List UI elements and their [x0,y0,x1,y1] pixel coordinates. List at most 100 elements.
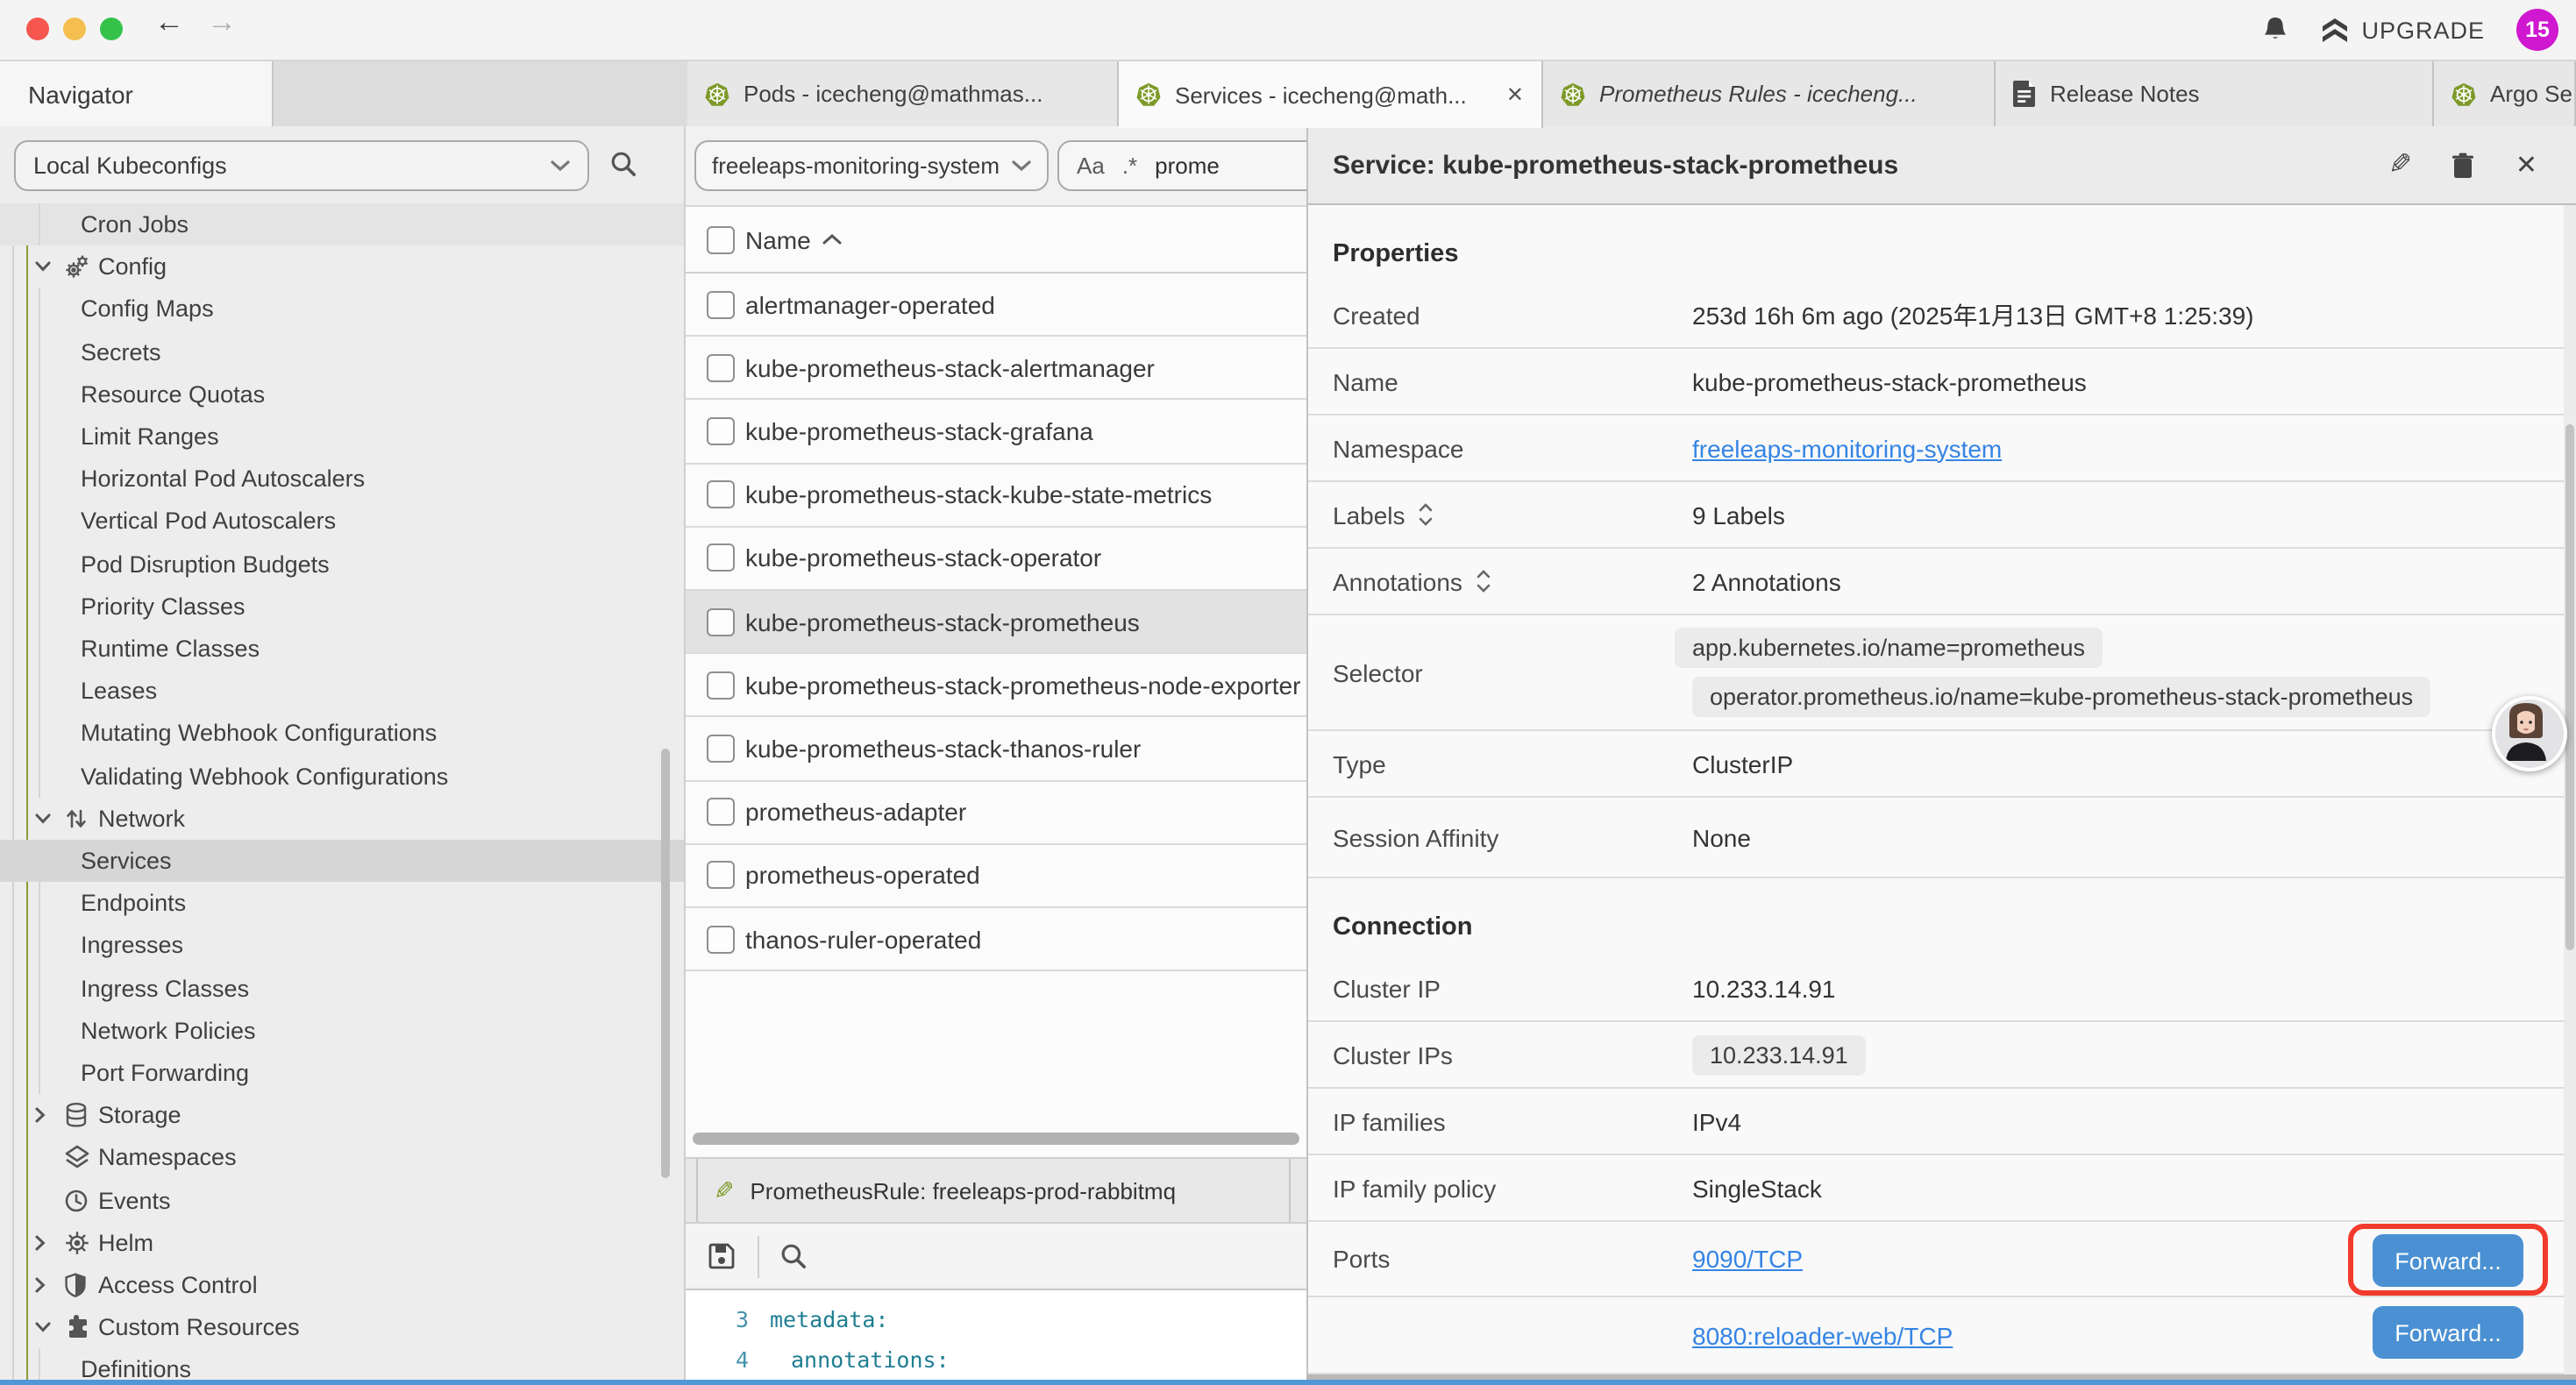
back-button[interactable]: ← [154,5,184,40]
chevron-down-icon[interactable] [35,262,51,273]
sidebar-item-runtime-classes[interactable]: Runtime Classes [0,628,684,670]
table-row[interactable]: kube-prometheus-stack-prometheus [686,591,1306,654]
row-checkbox[interactable] [707,290,735,318]
close-tab-icon[interactable]: ✕ [1496,82,1524,107]
chevron-right-icon[interactable] [35,1277,46,1293]
sidebar-item-leases[interactable]: Leases [0,670,684,712]
row-checkbox[interactable] [707,417,735,445]
sidebar-item-events[interactable]: Events [0,1179,684,1221]
close-icon[interactable]: ✕ [2516,149,2537,181]
tab-services-icecheng-math-[interactable]: Services - icecheng@math...✕ [1119,61,1543,128]
chevron-right-icon[interactable] [35,1108,46,1124]
close-window-button[interactable] [26,18,49,40]
row-checkbox[interactable] [707,607,735,636]
sidebar-item-limit-ranges[interactable]: Limit Ranges [0,416,684,458]
sidebar-item-network-policies[interactable]: Network Policies [0,1010,684,1052]
tab-release-notes[interactable]: Release Notes [1996,61,2434,126]
row-checkbox[interactable] [707,798,735,826]
yaml-editor[interactable]: 116","for":"1m","labels":{"service":"12M… [686,1290,1306,1380]
row-checkbox[interactable] [707,925,735,953]
chevron-right-icon[interactable] [35,1235,46,1251]
events-icon [65,1189,88,1211]
detail-scrollbar[interactable] [2565,424,2574,950]
editor-search-icon[interactable] [780,1243,807,1269]
sidebar-item-validating-webhook-configurations[interactable]: Validating Webhook Configurations [0,755,684,797]
regex-icon[interactable]: .* [1122,153,1137,179]
table-row[interactable]: prometheus-adapter [686,781,1306,844]
sidebar-item-mutating-webhook-configurations[interactable]: Mutating Webhook Configurations [0,713,684,755]
tab-prometheus-rules-icecheng-[interactable]: Prometheus Rules - icecheng... [1543,61,1996,126]
save-icon[interactable] [708,1243,735,1269]
table-row[interactable]: thanos-ruler-operated [686,908,1306,971]
forward-button[interactable]: Forward... [2373,1234,2523,1287]
row-checkbox[interactable] [707,862,735,890]
sidebar-item-secrets[interactable]: Secrets [0,330,684,373]
sidebar-item-endpoints[interactable]: Endpoints [0,882,684,924]
forward-button[interactable]: → [207,5,237,40]
row-checkbox[interactable] [707,671,735,700]
sidebar-scrollbar[interactable] [661,749,670,1178]
delete-trash-icon[interactable] [2452,152,2475,178]
list-search-input[interactable]: Aa .* prome [1057,140,1306,191]
table-row[interactable]: kube-prometheus-stack-kube-state-metrics [686,464,1306,527]
namespace-select[interactable]: freeleaps-monitoring-system [694,140,1049,191]
table-row[interactable]: alertmanager-operated [686,273,1306,337]
sort-icon[interactable] [1477,570,1491,593]
sidebar-item-ingress-classes[interactable]: Ingress Classes [0,967,684,1009]
tab-argo-se[interactable]: Argo Se [2434,61,2576,126]
sidebar-item-network[interactable]: Network [0,798,684,840]
chevron-down-icon[interactable] [35,813,51,824]
notifications-bell-icon[interactable] [2261,16,2288,44]
sort-icon[interactable] [1420,503,1434,526]
horizontal-scrollbar[interactable] [693,1133,1299,1145]
editor-tab-prometheusrule[interactable]: ✎ PrometheusRule: freeleaps-prod-rabbitm… [696,1159,1291,1222]
sidebar-search-icon[interactable] [610,151,637,177]
sidebar-item-helm[interactable]: Helm [0,1222,684,1264]
sidebar-item-vertical-pod-autoscalers[interactable]: Vertical Pod Autoscalers [0,501,684,543]
table-row[interactable]: kube-prometheus-stack-operator [686,528,1306,591]
row-checkbox[interactable] [707,480,735,508]
namespace-link[interactable]: freeleaps-monitoring-system [1692,434,2002,462]
chevron-down-icon[interactable] [35,1323,51,1333]
sidebar-item-cron-jobs[interactable]: Cron Jobs [0,203,684,245]
tab-pods-icecheng-mathmas-[interactable]: Pods - icecheng@mathmas... [687,61,1119,126]
notification-count-badge[interactable]: 15 [2516,9,2558,51]
editor-tab-next-partial[interactable]: ✎ [1294,1159,1306,1222]
edit-pencil-icon[interactable]: ✎ [2388,147,2412,182]
sidebar-item-config-maps[interactable]: Config Maps [0,288,684,330]
user-avatar[interactable] [2492,696,2567,771]
sidebar-item-ingresses[interactable]: Ingresses [0,925,684,967]
table-row[interactable]: kube-prometheus-stack-thanos-ruler [686,718,1306,781]
match-case-icon[interactable]: Aa [1077,153,1105,179]
column-header-name[interactable]: Name [745,225,843,253]
minimize-window-button[interactable] [63,18,86,40]
table-row[interactable]: prometheus-operated [686,845,1306,908]
port-link[interactable]: 9090/TCP [1692,1245,1803,1273]
sidebar-item-port-forwarding[interactable]: Port Forwarding [0,1052,684,1094]
sidebar-item-pod-disruption-budgets[interactable]: Pod Disruption Budgets [0,543,684,585]
sidebar-item-services[interactable]: Services [0,840,684,882]
sidebar-item-label: Custom Resources [98,1315,300,1341]
table-row[interactable]: kube-prometheus-stack-grafana [686,401,1306,464]
kubeconfig-select[interactable]: Local Kubeconfigs [14,140,589,191]
table-row[interactable]: kube-prometheus-stack-alertmanager [686,337,1306,400]
sidebar-item-storage[interactable]: Storage [0,1094,684,1136]
tab-navigator[interactable]: Navigator [0,61,274,126]
sidebar-item-horizontal-pod-autoscalers[interactable]: Horizontal Pod Autoscalers [0,458,684,500]
sidebar-item-access-control[interactable]: Access Control [0,1264,684,1306]
row-checkbox[interactable] [707,354,735,382]
row-checkbox[interactable] [707,735,735,763]
row-checkbox[interactable] [707,544,735,572]
table-row[interactable]: kube-prometheus-stack-prometheus-node-ex… [686,654,1306,717]
sidebar-item-namespaces[interactable]: Namespaces [0,1137,684,1179]
services-list-panel: freeleaps-monitoring-system Aa .* prome … [684,126,1306,1385]
upgrade-button[interactable]: UPGRADE [2319,17,2485,43]
forward-button[interactable]: Forward... [2373,1306,2523,1359]
sidebar-item-custom-resources[interactable]: Custom Resources [0,1306,684,1348]
zoom-window-button[interactable] [100,18,123,40]
sidebar-item-resource-quotas[interactable]: Resource Quotas [0,373,684,416]
port-link[interactable]: 8080:reloader-web/TCP [1692,1321,1953,1349]
select-all-checkbox[interactable] [707,225,735,253]
sidebar-item-config[interactable]: Config [0,245,684,288]
sidebar-item-priority-classes[interactable]: Priority Classes [0,586,684,628]
